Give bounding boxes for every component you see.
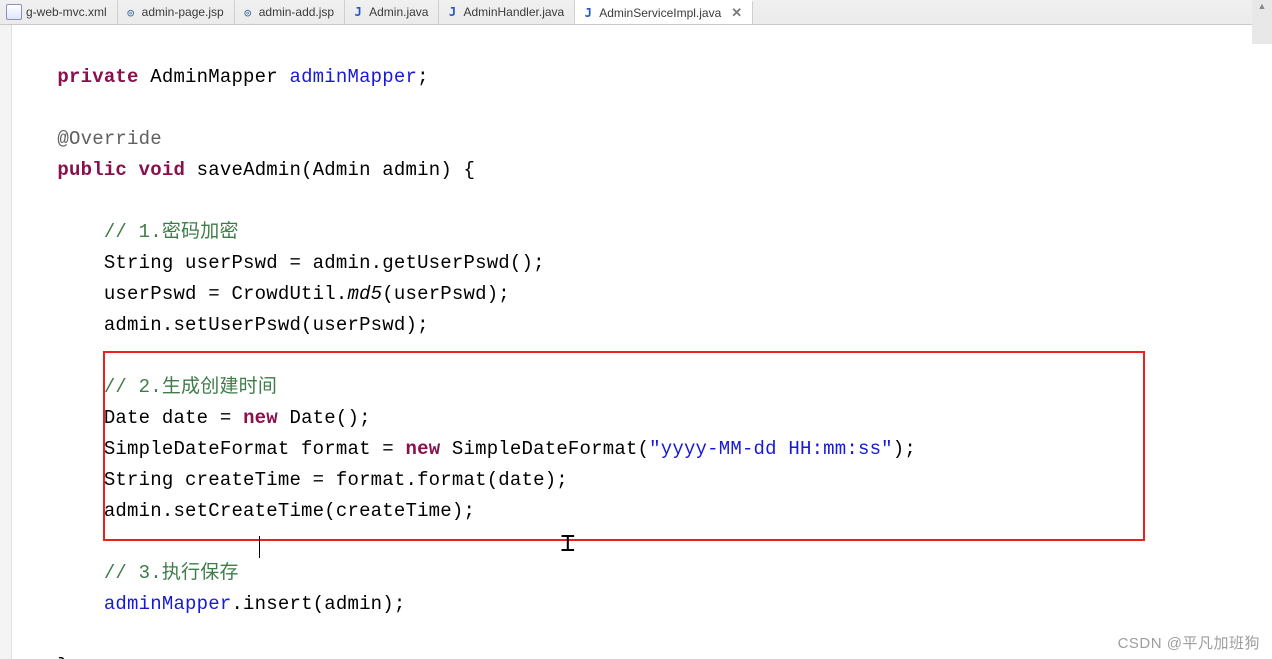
code-line bbox=[11, 345, 23, 367]
tab-admin-java[interactable]: J Admin.java bbox=[345, 0, 439, 24]
tab-label: AdminServiceImpl.java bbox=[599, 6, 721, 20]
tab-admin-add-jsp[interactable]: ◎ admin-add.jsp bbox=[235, 0, 345, 24]
code-line: public void saveAdmin(Admin admin) { bbox=[11, 159, 475, 181]
code-line: // 1.密码加密 bbox=[11, 221, 239, 243]
code-line: admin.setCreateTime(createTime); bbox=[11, 500, 475, 522]
mouse-ibeam-icon: Ꮖ bbox=[561, 531, 575, 557]
tab-label: admin-page.jsp bbox=[142, 5, 224, 19]
tab-label: admin-add.jsp bbox=[259, 5, 334, 19]
code-line: String userPswd = admin.getUserPswd(); bbox=[11, 252, 545, 274]
code-line: private AdminMapper adminMapper; bbox=[11, 66, 429, 88]
code-line: adminMapper.insert(admin); bbox=[11, 593, 405, 615]
tab-admin-service-impl-java[interactable]: J AdminServiceImpl.java ✕ bbox=[575, 0, 753, 24]
code-line: String createTime = format.format(date); bbox=[11, 469, 568, 491]
tab-label: g-web-mvc.xml bbox=[26, 5, 107, 19]
java-file-icon: J bbox=[351, 5, 365, 19]
code-line: @Override bbox=[11, 128, 162, 150]
scroll-up-icon[interactable]: ▲ bbox=[1252, 0, 1272, 12]
code-line: SimpleDateFormat format = new SimpleDate… bbox=[11, 438, 916, 460]
code-line: admin.setUserPswd(userPswd); bbox=[11, 314, 429, 336]
code-area[interactable]: private AdminMapper adminMapper; @Overri… bbox=[11, 25, 1272, 659]
tab-admin-page-jsp[interactable]: ◎ admin-page.jsp bbox=[118, 0, 235, 24]
code-line: // 3.执行保存 bbox=[11, 562, 239, 584]
close-icon[interactable]: ✕ bbox=[731, 5, 742, 21]
code-line bbox=[11, 190, 23, 212]
code-editor[interactable]: private AdminMapper adminMapper; @Overri… bbox=[0, 25, 1272, 659]
code-line bbox=[11, 624, 23, 646]
tab-admin-handler-java[interactable]: J AdminHandler.java bbox=[439, 0, 575, 24]
java-file-icon: J bbox=[445, 5, 459, 19]
text-caret bbox=[259, 536, 260, 558]
code-line: } bbox=[11, 655, 69, 659]
tab-xml-config[interactable]: g-web-mvc.xml bbox=[0, 0, 118, 24]
java-file-icon: J bbox=[581, 6, 595, 20]
code-line bbox=[11, 531, 23, 553]
watermark: CSDN @平凡加班狗 bbox=[1118, 632, 1260, 653]
tab-label: Admin.java bbox=[369, 5, 428, 19]
code-line: // 2.生成创建时间 bbox=[11, 376, 277, 398]
xml-file-icon bbox=[6, 4, 22, 20]
code-line: Date date = new Date(); bbox=[11, 407, 371, 429]
jsp-file-icon: ◎ bbox=[241, 5, 255, 19]
jsp-file-icon: ◎ bbox=[124, 5, 138, 19]
tab-bar: g-web-mvc.xml ◎ admin-page.jsp ◎ admin-a… bbox=[0, 0, 1272, 25]
tab-label: AdminHandler.java bbox=[463, 5, 564, 19]
code-line bbox=[11, 97, 23, 119]
code-line: userPswd = CrowdUtil.md5(userPswd); bbox=[11, 283, 510, 305]
